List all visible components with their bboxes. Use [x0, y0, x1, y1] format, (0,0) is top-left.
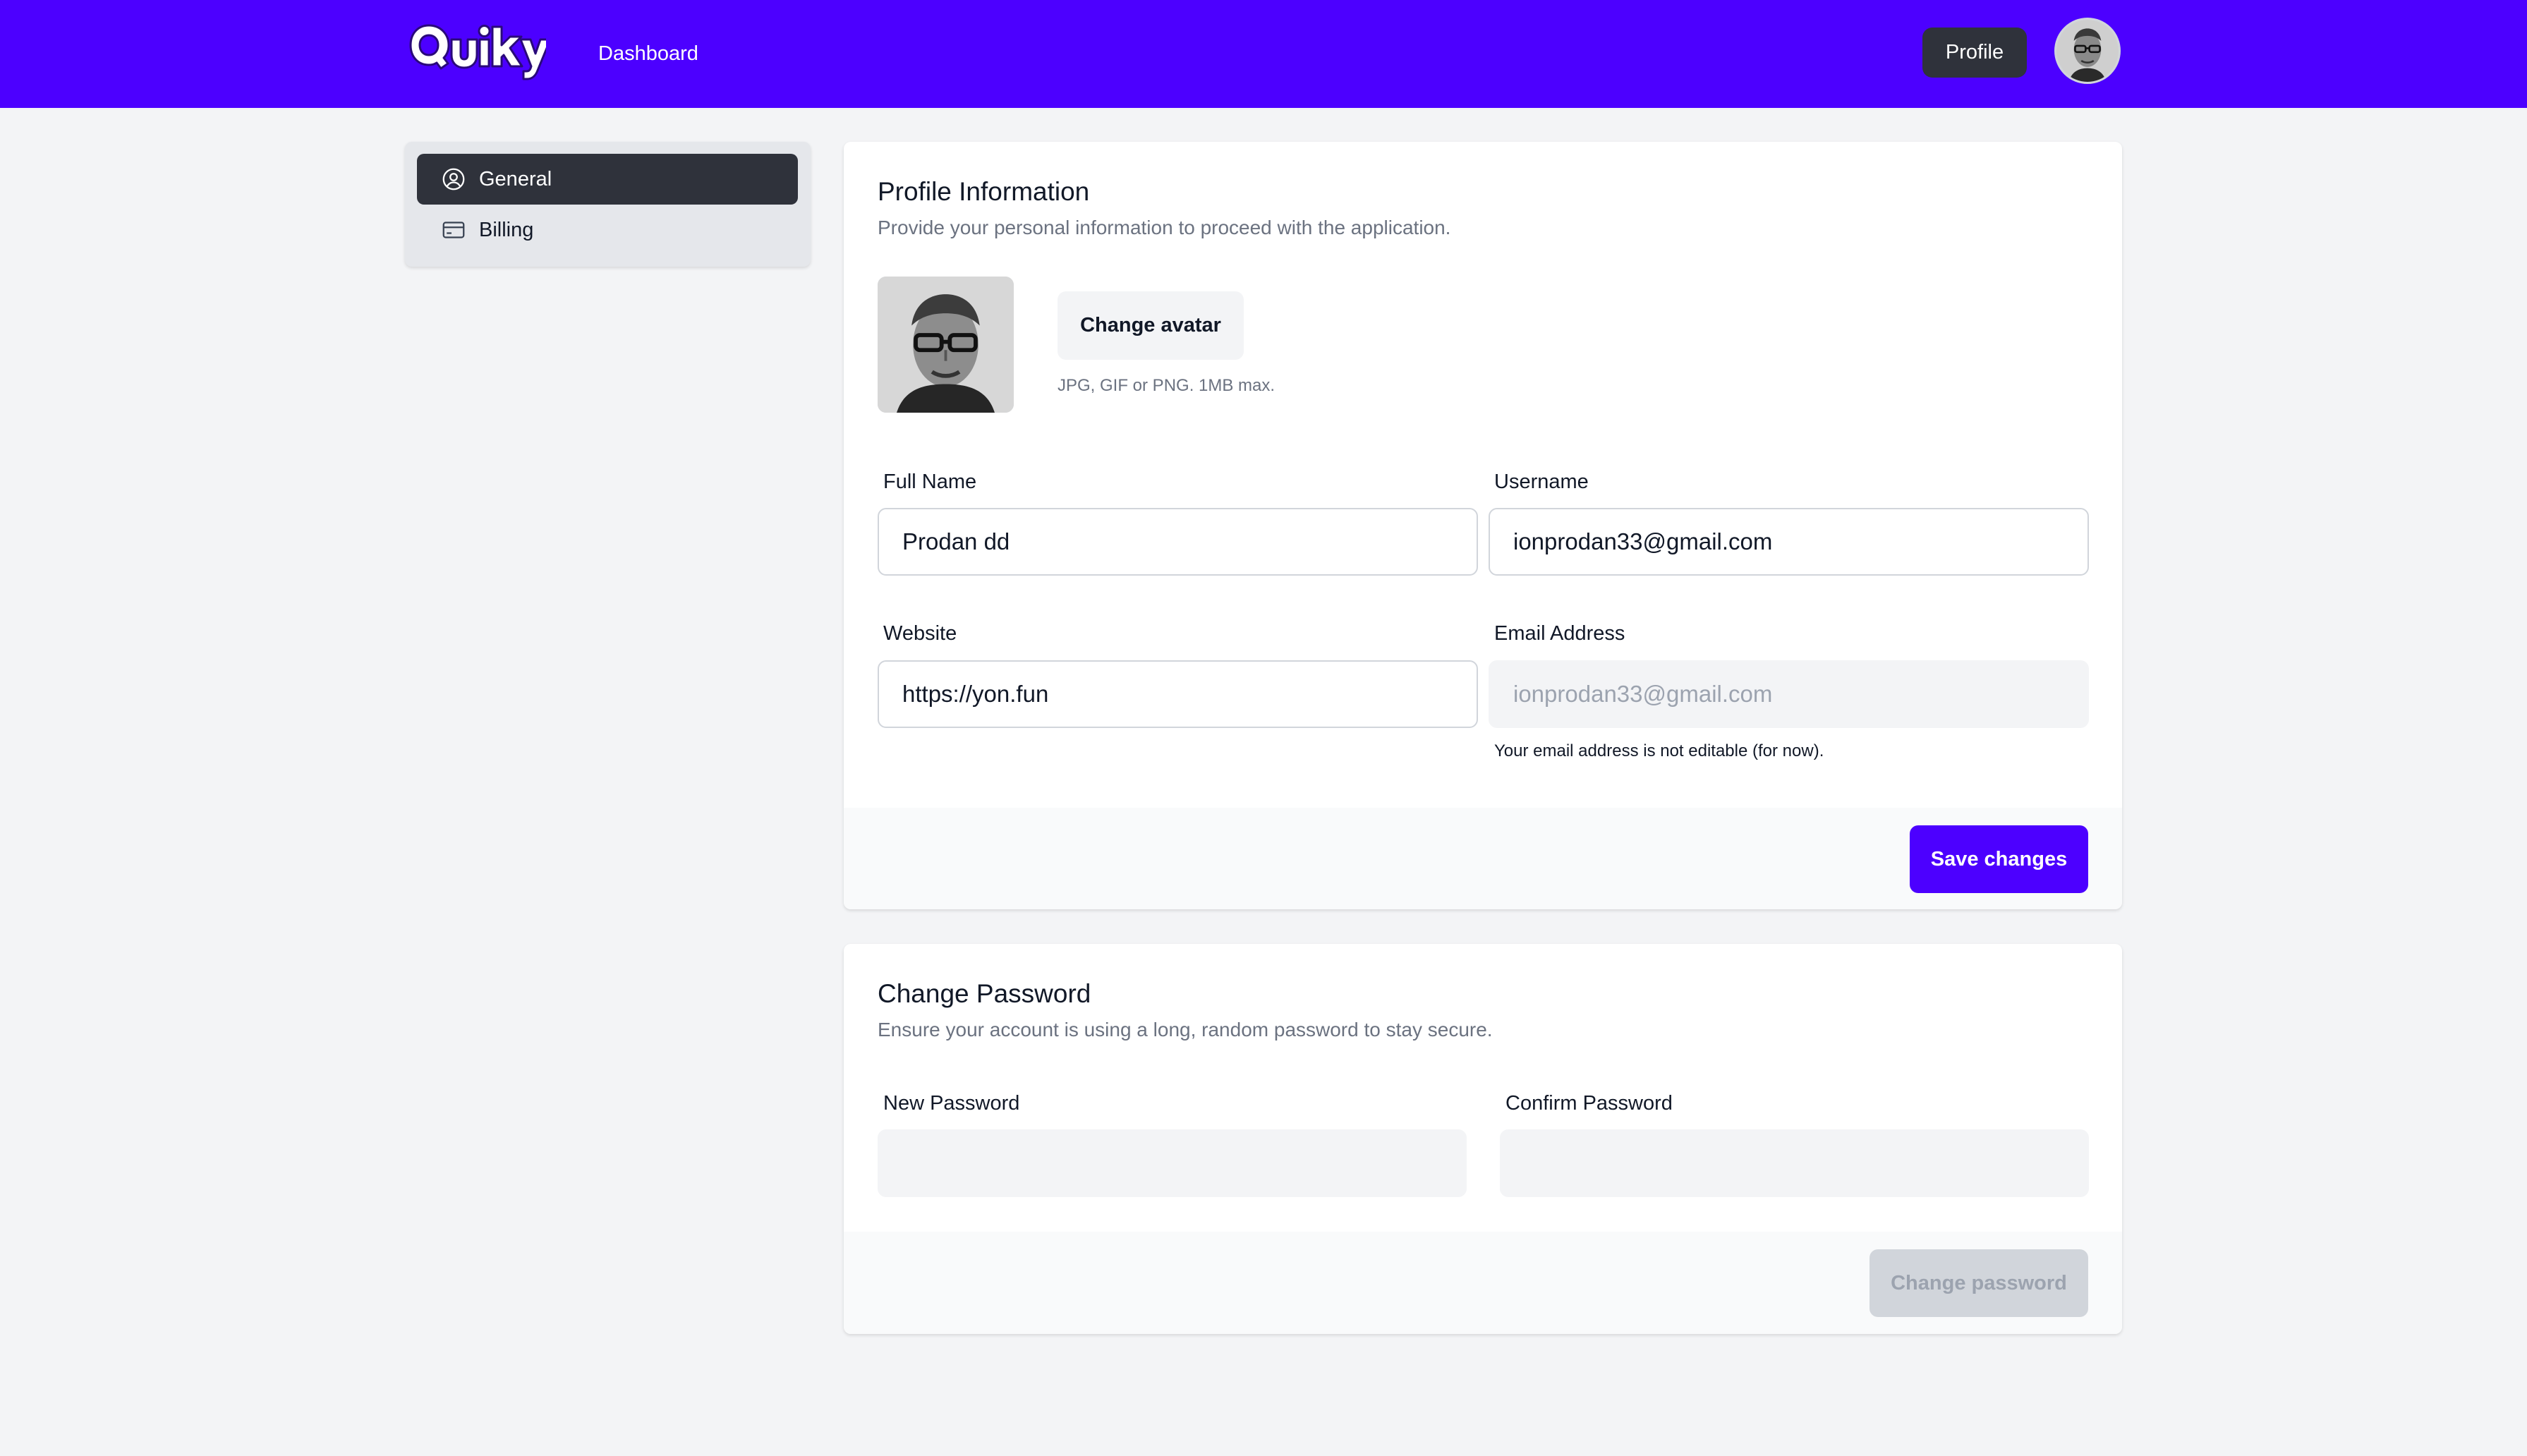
top-navigation-bar: Dashboard Profile	[0, 0, 2527, 108]
settings-sidebar: General Billing	[405, 142, 811, 267]
credit-card-icon	[441, 217, 466, 243]
profile-button[interactable]: Profile	[1922, 28, 2027, 78]
password-card-subtitle: Ensure your account is using a long, ran…	[878, 1019, 1493, 1041]
full-name-label: Full Name	[883, 471, 977, 493]
quiky-logo-mark	[409, 24, 546, 80]
profile-card-title: Profile Information	[878, 177, 1090, 206]
quiky-logo[interactable]	[408, 16, 546, 80]
password-card-title: Change Password	[878, 979, 1091, 1008]
new-password-input[interactable]	[878, 1129, 1467, 1197]
change-password-button[interactable]: Change password	[1870, 1249, 2088, 1317]
nav-link-dashboard[interactable]: Dashboard	[598, 40, 698, 68]
website-input[interactable]	[878, 660, 1478, 728]
username-label: Username	[1494, 471, 1589, 493]
password-card-footer: Change password	[844, 1232, 2122, 1334]
change-avatar-button[interactable]: Change avatar	[1058, 291, 1244, 360]
profile-information-card: Profile Information Provide your persona…	[844, 142, 2122, 909]
avatar-hint: JPG, GIF or PNG. 1MB max.	[1058, 376, 1275, 395]
sidebar-item-general[interactable]: General	[417, 154, 798, 205]
profile-card-subtitle: Provide your personal information to pro…	[878, 217, 1451, 238]
new-password-label: New Password	[883, 1092, 1020, 1115]
email-input	[1489, 660, 2089, 728]
sidebar-item-label: General	[479, 167, 552, 190]
website-label: Website	[883, 622, 957, 645]
confirm-password-input[interactable]	[1500, 1129, 2089, 1197]
sidebar-item-billing[interactable]: Billing	[417, 205, 798, 255]
user-portrait-icon	[2056, 20, 2119, 82]
sidebar-item-label: Billing	[479, 218, 534, 241]
email-note: Your email address is not editable (for …	[1494, 741, 1824, 760]
full-name-input[interactable]	[878, 508, 1478, 576]
username-input[interactable]	[1489, 508, 2089, 576]
user-circle-icon	[441, 166, 466, 192]
user-portrait-icon	[878, 277, 1014, 413]
email-label: Email Address	[1494, 622, 1625, 645]
change-password-card: Change Password Ensure your account is u…	[844, 944, 2122, 1334]
user-avatar[interactable]	[2054, 18, 2121, 84]
profile-card-footer: Save changes	[844, 808, 2122, 909]
save-changes-button[interactable]: Save changes	[1910, 825, 2088, 893]
confirm-password-label: Confirm Password	[1505, 1092, 1673, 1115]
profile-avatar	[878, 277, 1014, 413]
